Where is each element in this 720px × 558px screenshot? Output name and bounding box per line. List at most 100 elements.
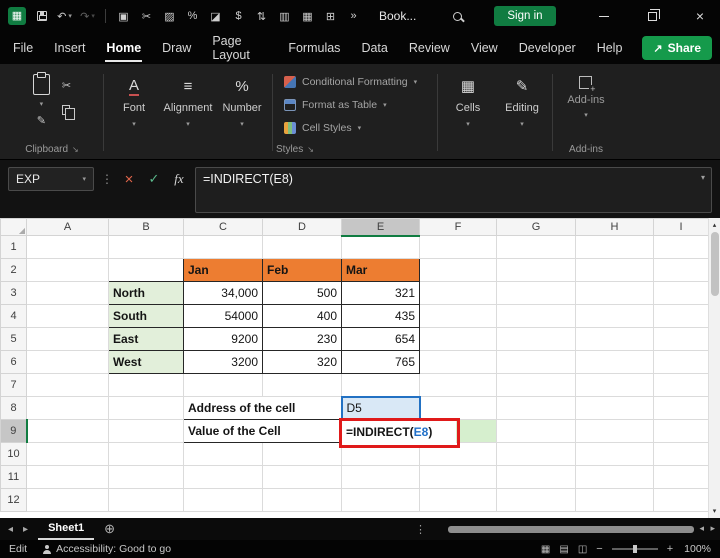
cell[interactable] [654,443,709,466]
select-all-button[interactable]: ◢ [1,219,27,236]
redo-button[interactable]: ↷▾ [80,7,95,25]
search-icon[interactable] [448,12,466,21]
cell[interactable] [497,259,576,282]
percent-style-icon[interactable]: % [185,7,200,25]
tab-review[interactable]: Review [408,34,451,62]
col-header-d[interactable]: D [263,219,342,236]
cell[interactable] [420,374,497,397]
tab-file[interactable]: File [12,34,34,62]
tab-home[interactable]: Home [105,34,142,62]
name-box[interactable]: EXP ▾ [8,167,94,191]
cell[interactable] [420,236,497,259]
cell[interactable] [109,466,184,489]
cell-c3[interactable]: 34,000 [184,282,263,305]
normal-view-icon[interactable]: ▦ [541,544,550,555]
collapse-formula-bar-icon[interactable]: ▾ [701,173,705,182]
page-layout-view-icon[interactable]: ▤ [559,544,568,555]
cell[interactable] [497,466,576,489]
sheet-tab-sheet1[interactable]: Sheet1 [38,518,94,540]
horizontal-scrollbar-thumb[interactable] [448,526,694,533]
cell[interactable] [654,305,709,328]
cell-b5[interactable]: East [109,328,184,351]
cell[interactable] [420,397,497,420]
cell-e4[interactable]: 435 [342,305,420,328]
col-header-g[interactable]: G [497,219,576,236]
cell-c8-address-label[interactable]: Address of the cell [184,397,342,420]
cell-d3[interactable]: 500 [263,282,342,305]
cell[interactable] [420,489,497,512]
insert-grid-icon[interactable]: ⊞ [323,7,338,25]
formula-input[interactable]: =INDIRECT(E8) ▾ [195,167,712,213]
cell[interactable] [27,420,109,443]
cell[interactable] [654,420,709,443]
paste-button[interactable]: ▾ [33,74,50,108]
tab-formulas[interactable]: Formulas [287,34,341,62]
row-header-10[interactable]: 10 [1,443,27,466]
cell-e3[interactable]: 321 [342,282,420,305]
conditional-formatting-button[interactable]: Conditional Formatting ▾ [276,70,434,93]
tab-help[interactable]: Help [596,34,624,62]
sheet-nav-left-icon[interactable]: ◂ [8,524,13,535]
tab-data[interactable]: Data [360,34,388,62]
cell[interactable] [420,466,497,489]
copy-button[interactable] [62,102,71,117]
row-header-8[interactable]: 8 [1,397,27,420]
maximize-button[interactable] [632,0,672,32]
zoom-slider[interactable] [612,548,658,550]
cell[interactable] [654,374,709,397]
cell-e6[interactable]: 765 [342,351,420,374]
cell[interactable] [263,489,342,512]
save-icon[interactable] [34,7,49,25]
cell[interactable] [654,351,709,374]
insert-function-button[interactable]: fx [170,167,188,191]
cell-c2[interactable]: Jan [184,259,263,282]
scroll-up-icon[interactable]: ▴ [713,218,717,232]
cell[interactable] [184,443,263,466]
cell[interactable] [109,420,184,443]
col-header-e[interactable]: E [342,219,420,236]
cell[interactable] [184,374,263,397]
cell-c9-value-label[interactable]: Value of the Cell [184,420,342,443]
col-header-i[interactable]: I [654,219,709,236]
page-break-view-icon[interactable]: ◫ [578,544,587,555]
cell[interactable] [420,328,497,351]
enter-button[interactable]: ✓ [145,167,163,191]
cell[interactable] [27,328,109,351]
active-cell-e9[interactable]: =INDIRECT(E8) [342,420,420,443]
cell-d6[interactable]: 320 [263,351,342,374]
cell[interactable] [109,397,184,420]
add-sheet-button[interactable]: ⊕ [104,521,115,537]
cell[interactable] [27,397,109,420]
cells-group-button[interactable]: ▦ Cells ▾ [441,66,495,159]
cell-e2[interactable]: Mar [342,259,420,282]
vertical-scrollbar[interactable]: ▴ ▾ [708,218,720,518]
cut-icon[interactable]: ✂ [139,7,154,25]
minimize-button[interactable] [584,0,624,32]
cell-c4[interactable]: 54000 [184,305,263,328]
row-header-2[interactable]: 2 [1,259,27,282]
cell[interactable] [576,305,654,328]
scroll-down-icon[interactable]: ▾ [713,504,717,518]
format-painter-button[interactable]: ✎ [37,113,46,128]
cell[interactable] [27,466,109,489]
tab-page-layout[interactable]: Page Layout [211,27,268,69]
cell[interactable] [263,236,342,259]
add-ins-button[interactable]: + Add-ins ▾ [567,66,604,119]
col-header-h[interactable]: H [576,219,654,236]
cell[interactable] [27,351,109,374]
sheet-nav-right-icon[interactable]: ▸ [23,524,28,535]
cell[interactable] [576,259,654,282]
cell-b4[interactable]: South [109,305,184,328]
font-group-button[interactable]: A Font ▾ [107,66,161,159]
row-header-9[interactable]: 9 [1,420,27,443]
cell[interactable] [109,443,184,466]
zoom-level[interactable]: 100% [684,543,711,555]
scroll-right-icon[interactable]: ▸ [710,523,715,534]
dialog-launcher-icon[interactable]: ↘ [72,145,79,154]
cell[interactable] [576,236,654,259]
row-header-4[interactable]: 4 [1,305,27,328]
row-header-12[interactable]: 12 [1,489,27,512]
cell-c5[interactable]: 9200 [184,328,263,351]
number-group-button[interactable]: % Number ▾ [215,66,269,159]
row-header-11[interactable]: 11 [1,466,27,489]
